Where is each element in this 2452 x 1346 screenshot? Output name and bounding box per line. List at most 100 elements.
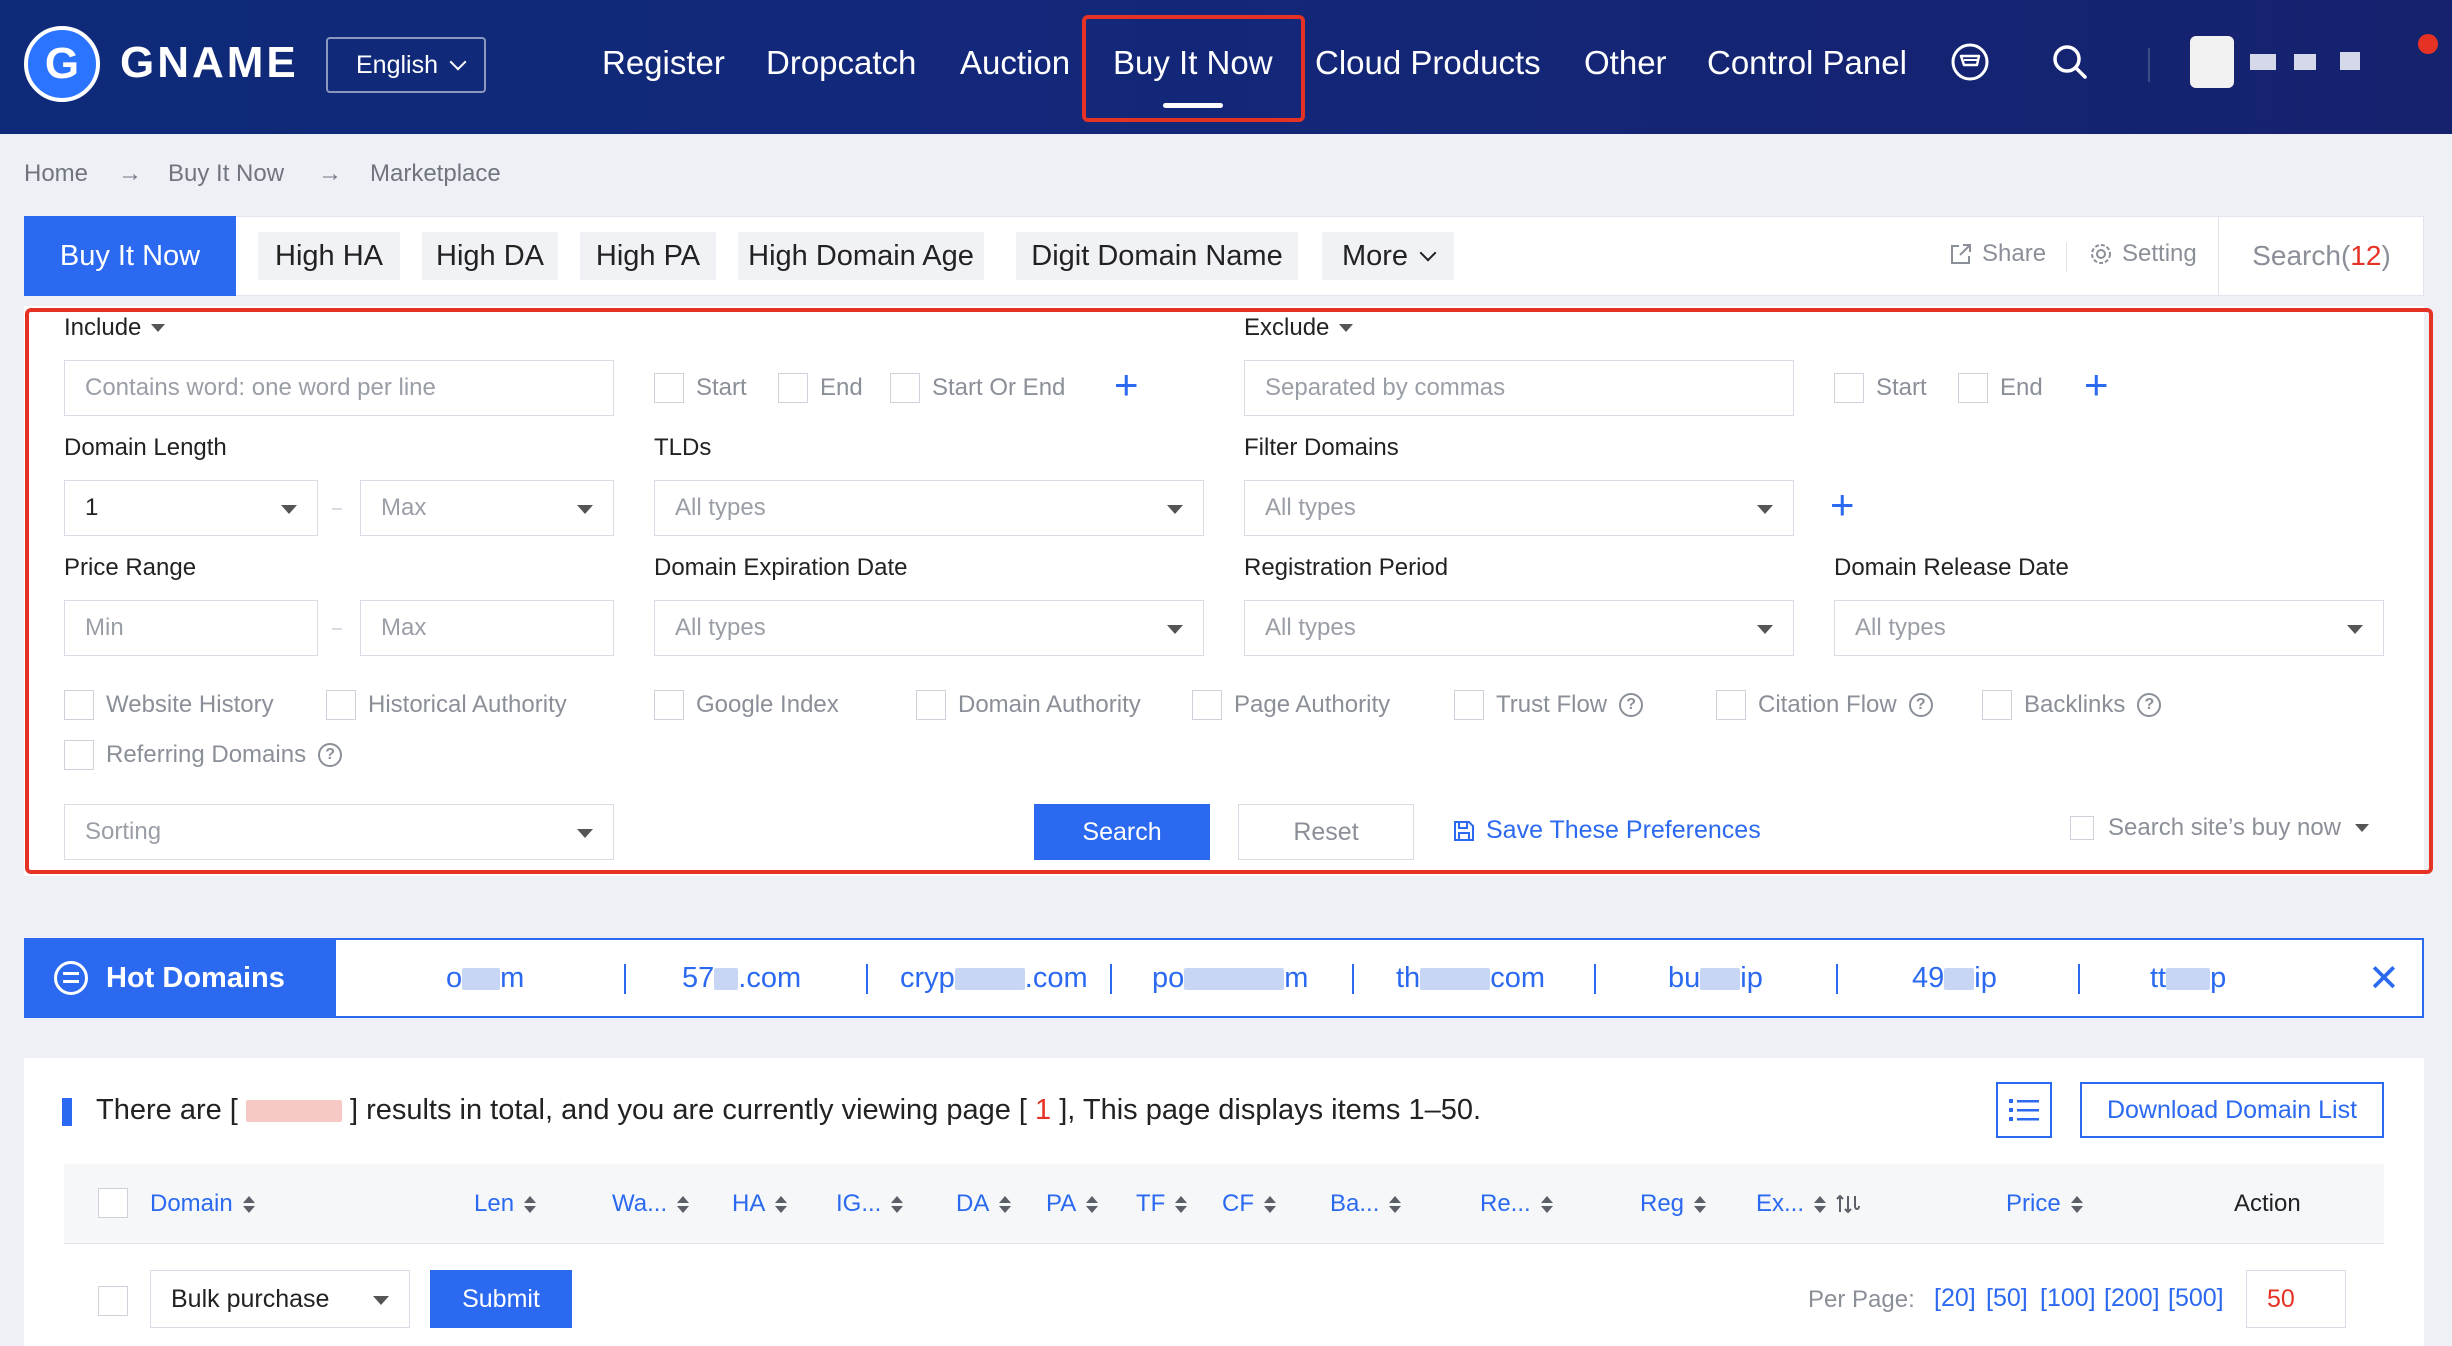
column-tf[interactable]: TF: [1136, 1190, 1188, 1218]
sort-icon: [891, 1195, 904, 1213]
tab-high-pa[interactable]: High PA: [580, 232, 716, 280]
column-label: Re...: [1480, 1190, 1531, 1217]
account-name-redacted: [2294, 54, 2316, 70]
per-page-500[interactable]: [500]: [2168, 1284, 2224, 1313]
hot-domain-link[interactable]: cryp .com: [900, 962, 1088, 995]
tab-divider: [2066, 242, 2067, 272]
hot-separator: [1110, 964, 1112, 994]
column-expiration[interactable]: Ex...: [1756, 1190, 1862, 1218]
nav-dropcatch[interactable]: Dropcatch: [766, 44, 916, 82]
hot-domain-link[interactable]: po m: [1152, 962, 1308, 995]
hot-domain-part: 49: [1912, 962, 1945, 994]
setting-label: Setting: [2122, 240, 2197, 267]
share-button[interactable]: Share: [1948, 240, 2046, 268]
bulk-purchase-select[interactable]: Bulk purchase: [150, 1270, 410, 1328]
hot-domain-part: tt: [2150, 962, 2167, 994]
logo-text[interactable]: GNAME: [120, 38, 299, 88]
cart-icon[interactable]: [1950, 42, 1990, 82]
tab-buy-it-now[interactable]: Buy It Now: [24, 216, 236, 296]
breadcrumb-separator: →: [318, 160, 342, 187]
gear-icon: [2091, 244, 2111, 264]
select-all-checkbox[interactable]: [98, 1188, 128, 1218]
nav-cloud-products[interactable]: Cloud Products: [1315, 44, 1541, 82]
list-view-button[interactable]: [1996, 1082, 2052, 1138]
avatar: [2190, 36, 2234, 88]
column-backlinks[interactable]: Ba...: [1330, 1190, 1402, 1218]
hot-domain-link[interactable]: 49 ip: [1912, 962, 1997, 995]
sort-icon: [1086, 1195, 1099, 1213]
breadcrumb-home[interactable]: Home: [24, 160, 88, 188]
column-referring[interactable]: Re...: [1480, 1190, 1553, 1218]
hot-domain-link[interactable]: th com: [1396, 962, 1545, 995]
column-reg[interactable]: Reg: [1640, 1190, 1707, 1218]
summary-text: There are [: [96, 1094, 246, 1126]
tab-high-da[interactable]: High DA: [422, 232, 558, 280]
redacted-text: [1420, 968, 1491, 991]
column-len[interactable]: Len: [474, 1190, 537, 1218]
column-label: Ex...: [1756, 1190, 1805, 1217]
per-page-20[interactable]: [20]: [1934, 1284, 1976, 1313]
chevron-down-icon: [1419, 244, 1437, 262]
language-label: English: [356, 50, 438, 79]
per-page-200[interactable]: [200]: [2104, 1284, 2160, 1313]
hot-domain-part: th: [1396, 962, 1421, 994]
nav-other[interactable]: Other: [1584, 44, 1667, 82]
saved-search-count: 12: [2350, 240, 2382, 271]
hot-domain-part: 57: [682, 962, 715, 994]
nav-control-panel[interactable]: Control Panel: [1707, 44, 1907, 82]
breadcrumb-buy-it-now[interactable]: Buy It Now: [168, 160, 284, 188]
redacted-text: [462, 968, 501, 991]
nav-auction[interactable]: Auction: [960, 44, 1070, 82]
account-name-redacted: [2250, 54, 2276, 70]
header-divider: [2148, 48, 2150, 82]
column-label: Price: [2006, 1190, 2061, 1217]
tab-high-ha[interactable]: High HA: [258, 232, 400, 280]
column-ha[interactable]: HA: [732, 1190, 788, 1218]
per-page-input[interactable]: 50: [2246, 1270, 2346, 1328]
sort-icon: [999, 1195, 1012, 1213]
tab-digit-domain-name[interactable]: Digit Domain Name: [1016, 232, 1298, 280]
nav-register[interactable]: Register: [602, 44, 725, 82]
sort-icon: [775, 1195, 788, 1213]
column-pa[interactable]: PA: [1046, 1190, 1099, 1218]
hot-domain-part: ip: [1740, 962, 1763, 994]
logo-letter: G: [44, 39, 80, 88]
search-icon[interactable]: [2050, 42, 2090, 82]
breadcrumb-marketplace: Marketplace: [370, 160, 501, 187]
hot-domain-link[interactable]: bu ip: [1668, 962, 1763, 995]
active-nav-underline: [1163, 103, 1223, 108]
column-action: Action: [2234, 1190, 2301, 1217]
column-da[interactable]: DA: [956, 1190, 1012, 1218]
language-selector[interactable]: English: [326, 37, 486, 93]
hot-domain-link[interactable]: 57 .com: [682, 962, 801, 995]
bulk-row-checkbox[interactable]: [98, 1286, 128, 1316]
gname-logo-icon[interactable]: G: [24, 26, 100, 102]
column-wayback[interactable]: Wa...: [612, 1190, 690, 1218]
column-price[interactable]: Price: [2006, 1190, 2083, 1218]
close-icon[interactable]: ✕: [2368, 956, 2400, 1001]
hot-domain-link[interactable]: om: [446, 962, 524, 995]
column-cf[interactable]: CF: [1222, 1190, 1276, 1218]
user-account-menu[interactable]: [2190, 36, 2410, 92]
saved-search-label: Search(: [2252, 240, 2351, 271]
submit-button[interactable]: Submit: [430, 1270, 572, 1328]
download-domain-list-button[interactable]: Download Domain List: [2080, 1082, 2384, 1138]
column-label: IG...: [836, 1190, 882, 1217]
saved-search-button[interactable]: Search(12): [2218, 216, 2424, 296]
per-page-50[interactable]: [50]: [1986, 1284, 2028, 1313]
column-label: PA: [1046, 1190, 1077, 1217]
hot-separator: [1836, 964, 1838, 994]
hot-domains-header: Hot Domains: [24, 938, 336, 1018]
column-ig[interactable]: IG...: [836, 1190, 904, 1218]
per-page-100[interactable]: [100]: [2040, 1284, 2096, 1313]
current-page: 1: [1035, 1094, 1052, 1126]
setting-button[interactable]: Setting: [2088, 240, 2197, 268]
tab-high-domain-age[interactable]: High Domain Age: [738, 232, 984, 280]
hot-domain-part: cryp: [900, 962, 955, 994]
hot-domain-link[interactable]: tt p: [2150, 962, 2226, 995]
time-sort-icon[interactable]: [1836, 1192, 1862, 1216]
hot-list-icon: [54, 961, 88, 995]
tab-more-label: More: [1341, 239, 1409, 272]
column-domain[interactable]: Domain: [150, 1190, 255, 1218]
tab-more[interactable]: More: [1322, 232, 1454, 280]
